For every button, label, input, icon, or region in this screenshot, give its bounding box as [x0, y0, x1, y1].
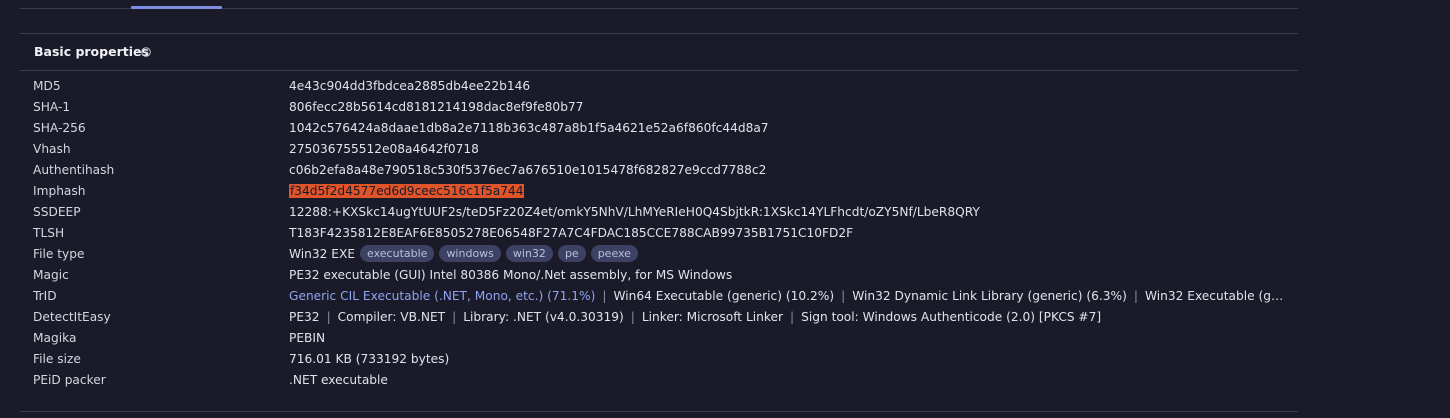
- info-circle-icon[interactable]: [141, 47, 151, 57]
- section-title: Basic properties: [34, 44, 149, 59]
- magika-value: PEBIN: [289, 331, 326, 345]
- imphash-value-selected[interactable]: f34d5f2d4577ed6d9ceec516c1f5a744: [289, 184, 525, 198]
- file-type-value-container: Win32 EXE executable windows win32 pe peexe: [289, 244, 1289, 265]
- die-item: Sign tool: Windows Authenticode (2.0) [P…: [801, 310, 1102, 324]
- property-label: File size: [33, 352, 81, 366]
- tag-executable[interactable]: executable: [360, 245, 435, 262]
- die-item: Compiler: VB.NET: [337, 310, 446, 324]
- property-row-detectiteasy: DetectItEasy PE32 | Compiler: VB.NET | Libra…: [20, 307, 1298, 328]
- property-row-sha1: SHA-1 806fecc28b5614cd8181214198dac8ef9f…: [20, 97, 1298, 118]
- peid-packer-value: .NET executable: [289, 373, 388, 387]
- basic-properties-card: Basic properties MD5 4e43c904dd3fbdcea28…: [20, 33, 1298, 414]
- properties-list: MD5 4e43c904dd3fbdcea2885db4ee22b146 SHA…: [20, 76, 1298, 391]
- separator: |: [630, 310, 635, 324]
- property-row-magika: Magika PEBIN: [20, 328, 1298, 349]
- authentihash-value[interactable]: c06b2efa8a48e790518c530f5376ec7a676510e1…: [289, 160, 1289, 181]
- property-label: PEiD packer: [33, 373, 106, 387]
- property-row-vhash: Vhash 275036755512e08a4642f0718: [20, 139, 1298, 160]
- property-row-ssdeep: SSDEEP 12288:+KXSkc14ugYtUUF2s/teD5Fz20Z…: [20, 202, 1298, 223]
- property-row-authentihash: Authentihash c06b2efa8a48e790518c530f537…: [20, 160, 1298, 181]
- property-label: DetectItEasy: [33, 310, 111, 324]
- tag-peexe[interactable]: peexe: [590, 245, 638, 262]
- file-type-value: Win32 EXE: [289, 247, 356, 261]
- detectiteasy-value-container: PE32 | Compiler: VB.NET | Library: .NET (v4.…: [289, 307, 1289, 328]
- trid-item: Win64 Executable (generic) (10.2%): [613, 289, 835, 303]
- sha256-value[interactable]: 1042c576424a8daae1db8a2e7118b363c487a8b1…: [289, 118, 1289, 139]
- die-item: Linker: Microsoft Linker: [641, 310, 783, 324]
- separator: |: [326, 310, 331, 324]
- md5-value[interactable]: 4e43c904dd3fbdcea2885db4ee22b146: [289, 76, 1289, 97]
- tag-win32[interactable]: win32: [505, 245, 553, 262]
- property-label: TLSH: [33, 226, 65, 240]
- separator: |: [452, 310, 457, 324]
- vhash-value[interactable]: 275036755512e08a4642f0718: [289, 139, 1289, 160]
- property-label: Authentihash: [33, 163, 115, 177]
- magic-value: PE32 executable (GUI) Intel 80386 Mono/.…: [289, 268, 733, 282]
- property-row-tlsh: TLSH T183F4235812E8EAF6E8505278E06548F27…: [20, 223, 1298, 244]
- file-size-value: 716.01 KB (733192 bytes): [289, 352, 450, 366]
- property-label: Vhash: [33, 142, 71, 156]
- tag-pe[interactable]: pe: [557, 245, 586, 262]
- property-label: File type: [33, 247, 85, 261]
- imphash-value-container: f34d5f2d4577ed6d9ceec516c1f5a744: [289, 181, 1289, 202]
- property-row-file-type: File type Win32 EXE executable windows win3…: [20, 244, 1298, 265]
- trid-value-container: Generic CIL Executable (.NET, Mono, etc.…: [289, 286, 1289, 307]
- trid-item: Win32 Dynamic Link Library (generic) (6.…: [852, 289, 1127, 303]
- property-label: MD5: [33, 79, 61, 93]
- property-row-peid-packer: PEiD packer .NET executable: [20, 370, 1298, 391]
- property-label: SSDEEP: [33, 205, 81, 219]
- property-row-sha256: SHA-256 1042c576424a8daae1db8a2e7118b363…: [20, 118, 1298, 139]
- trid-item-link[interactable]: Generic CIL Executable (.NET, Mono, etc.…: [289, 289, 595, 303]
- property-row-md5: MD5 4e43c904dd3fbdcea2885db4ee22b146: [20, 76, 1298, 97]
- die-item: PE32: [289, 310, 320, 324]
- property-label: Magic: [33, 268, 69, 282]
- trid-item: Win32 Executable (generic) (4.…: [1144, 289, 1289, 303]
- separator: |: [602, 289, 607, 303]
- property-label: Magika: [33, 331, 77, 345]
- property-row-file-size: File size 716.01 KB (733192 bytes): [20, 349, 1298, 370]
- section-bottom-divider: [20, 411, 1298, 412]
- property-row-magic: Magic PE32 executable (GUI) Intel 80386 …: [20, 265, 1298, 286]
- basic-properties-page: Basic properties MD5 4e43c904dd3fbdcea28…: [0, 0, 1450, 418]
- card-header: Basic properties: [20, 34, 1298, 71]
- property-row-trid: TrID Generic CIL Executable (.NET, Mono,…: [20, 286, 1298, 307]
- property-label: SHA-256: [33, 121, 86, 135]
- tlsh-value[interactable]: T183F4235812E8EAF6E8505278E06548F27A7C4F…: [289, 223, 1289, 244]
- separator: |: [790, 310, 795, 324]
- sha1-value[interactable]: 806fecc28b5614cd8181214198dac8ef9fe80b77: [289, 97, 1289, 118]
- active-tab-indicator: [131, 6, 222, 9]
- property-label: TrID: [33, 289, 57, 303]
- tag-windows[interactable]: windows: [439, 245, 501, 262]
- die-item: Library: .NET (v4.0.30319): [463, 310, 624, 324]
- separator: |: [841, 289, 846, 303]
- property-row-imphash: Imphash f34d5f2d4577ed6d9ceec516c1f5a744: [20, 181, 1298, 202]
- property-label: Imphash: [33, 184, 86, 198]
- separator: |: [1133, 289, 1138, 303]
- property-label: SHA-1: [33, 100, 71, 114]
- ssdeep-value[interactable]: 12288:+KXSkc14ugYtUUF2s/teD5Fz20Z4et/omk…: [289, 202, 1289, 223]
